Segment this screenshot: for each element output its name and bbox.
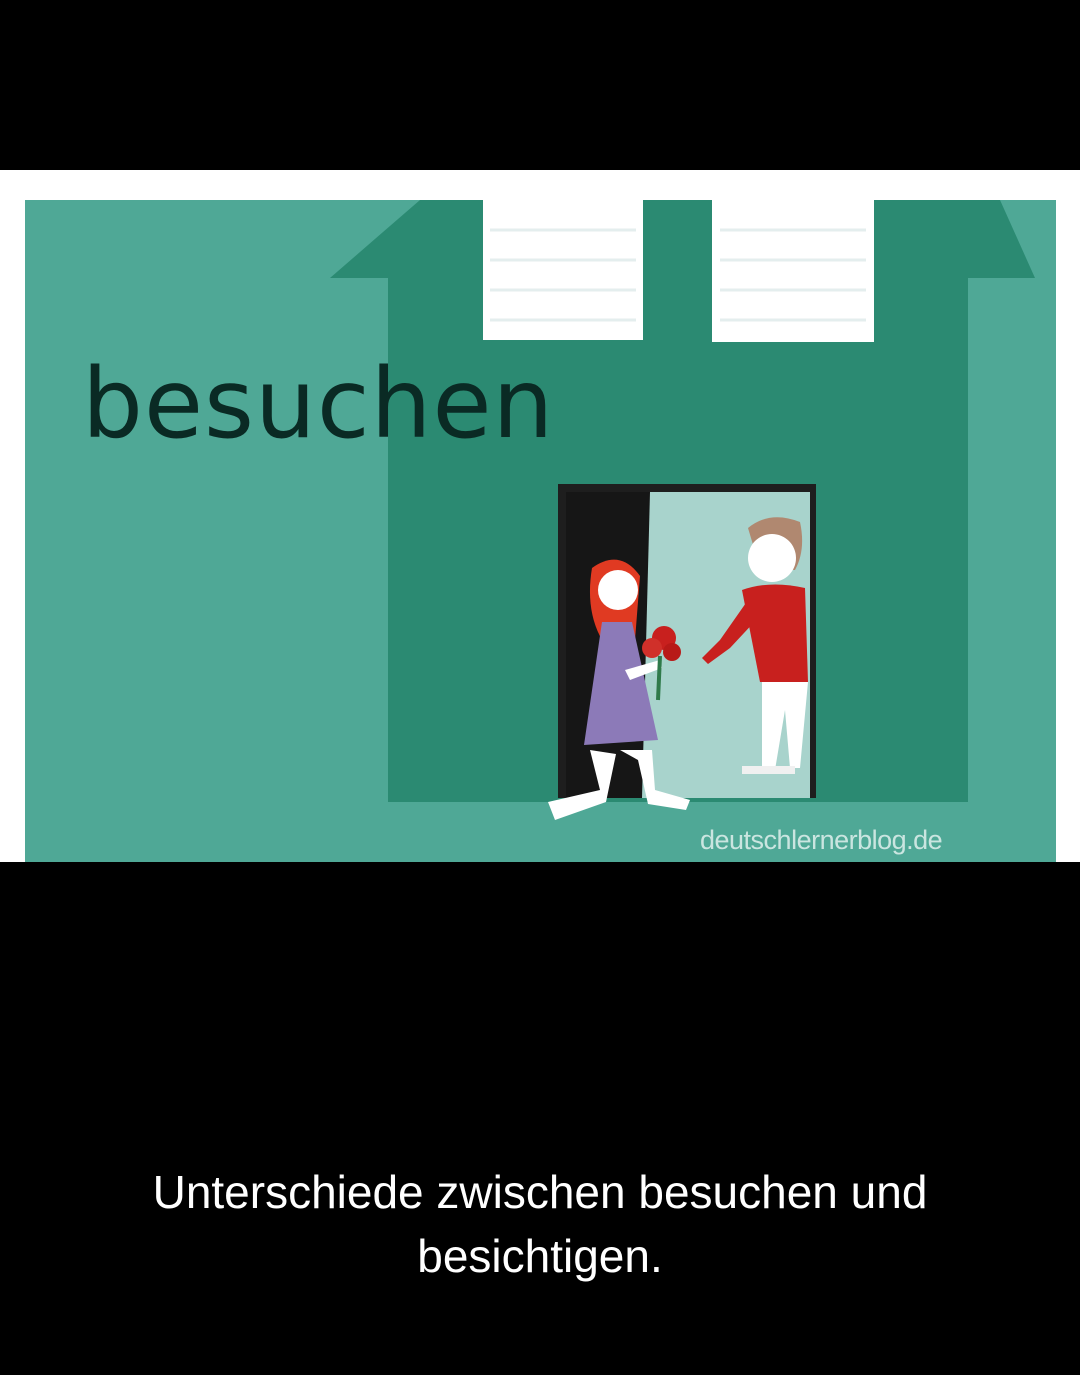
watermark: deutschlernerblog.de <box>700 825 943 855</box>
window-right <box>712 200 874 342</box>
image-caption: Unterschiede zwischen besuchen und besic… <box>152 1166 928 1282</box>
illustration <box>25 200 1056 862</box>
image-viewer: besuchen deutschlernerblog.de Unterschie… <box>0 0 1080 1375</box>
window-left <box>483 200 643 340</box>
photo[interactable]: besuchen deutschlernerblog.de <box>0 170 1080 862</box>
illustration-headline: besuchen <box>82 348 555 460</box>
